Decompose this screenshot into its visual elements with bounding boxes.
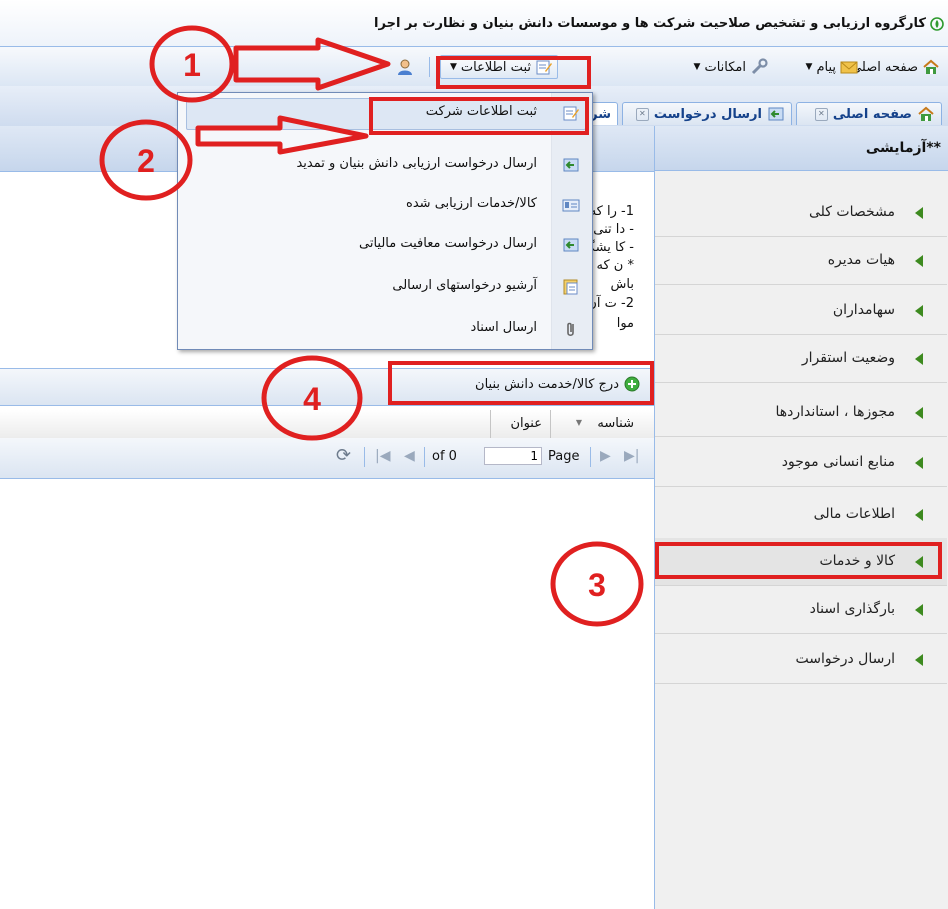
tab-home[interactable]: صفحه اصلی ✕ xyxy=(796,102,942,125)
arrow-left-icon xyxy=(915,305,923,317)
sidebar-item-general-info[interactable]: مشخصات کلی xyxy=(655,189,947,237)
register-info-button[interactable]: ثبت اطلاعات ▼ xyxy=(440,55,558,79)
arrow-left-icon xyxy=(915,556,923,568)
sort-arrow-icon: ▼ xyxy=(575,418,582,427)
sidebar-item-financial-info[interactable]: اطلاعات مالی xyxy=(655,491,947,539)
add-icon xyxy=(624,376,640,392)
toolbar-separator xyxy=(429,57,430,77)
chevron-down-icon: ▼ xyxy=(805,62,813,72)
add-product-label: درج کالا/خدمت دانش بنیان xyxy=(475,376,619,392)
annotation-circle-3 xyxy=(550,541,644,627)
close-icon[interactable]: ✕ xyxy=(814,107,828,121)
sidebar-item-products-services[interactable]: کالا و خدمات xyxy=(655,538,947,586)
user-icon xyxy=(398,59,412,75)
paperclip-icon xyxy=(567,322,574,337)
arrow-left-icon xyxy=(915,509,923,521)
add-product-button[interactable]: درج کالا/خدمت دانش بنیان xyxy=(475,376,640,392)
user-profile-button[interactable] xyxy=(396,57,414,77)
edit-form-icon xyxy=(536,60,552,75)
tab-home-label: صفحه اصلی xyxy=(832,106,912,122)
sidebar-item-human-resources[interactable]: منابع انسانی موجود xyxy=(655,439,947,487)
grid-header: شناسه ▼ عنوان xyxy=(0,410,654,439)
first-page-icon[interactable]: |◀ xyxy=(375,448,390,464)
last-page-icon[interactable]: ▶| xyxy=(624,448,639,464)
description-line: باش xyxy=(610,277,634,292)
arrow-left-icon xyxy=(915,457,923,469)
edit-form-icon xyxy=(563,106,579,121)
menu-item-register-company[interactable]: ثبت اطلاعات شرکت xyxy=(178,95,592,131)
grid-pager: ▶| ▶ Page of 0 ◀ |◀ ⟳ xyxy=(0,438,654,479)
register-info-menu: ثبت اطلاعات شرکت ارسال درخواست ارزیابی د… xyxy=(177,92,593,350)
message-button[interactable]: پیام ▼ xyxy=(806,57,858,77)
menu-item-send-documents[interactable]: ارسال اسناد xyxy=(178,311,592,347)
pager-separator xyxy=(364,447,365,467)
chevron-down-icon: ▼ xyxy=(449,62,457,72)
page-number-input[interactable] xyxy=(484,447,542,465)
page-count-label: of 0 xyxy=(432,449,457,464)
grid-toolbar: درج کالا/خدمت دانش بنیان xyxy=(0,368,654,406)
sidebar-item-send-request[interactable]: ارسال درخواست xyxy=(655,636,947,684)
chevron-down-icon: ▼ xyxy=(693,62,701,72)
arrow-left-icon xyxy=(915,353,923,365)
send-arrow-icon xyxy=(563,158,579,172)
page-label: Page xyxy=(548,449,580,464)
pager-separator xyxy=(590,447,591,467)
home-icon xyxy=(923,59,939,74)
close-icon[interactable]: ✕ xyxy=(635,107,649,121)
main-toolbar: صفحه اصلی پیام ▼ امکانات ▼ ثبت اطلاعات ▼ xyxy=(0,46,948,88)
company-sidebar: آزمایشی** مشخصات کلی هیات مدیره سهامدارا… xyxy=(654,126,948,909)
id-card-icon xyxy=(562,199,580,212)
send-arrow-icon xyxy=(768,107,784,121)
sidebar-item-upload-documents[interactable]: بارگذاری اسناد xyxy=(655,586,947,634)
column-header-id[interactable]: شناسه ▼ xyxy=(550,410,640,438)
description-line: موا xyxy=(616,316,634,331)
menu-item-send-evaluation-request[interactable]: ارسال درخواست ارزیابی دانش بنیان و تمدید xyxy=(178,147,592,183)
app-logo-icon xyxy=(930,17,944,31)
tab-send-request[interactable]: ارسال درخواست ✕ xyxy=(622,102,792,125)
sidebar-item-board[interactable]: هیات مدیره xyxy=(655,237,947,285)
arrow-left-icon xyxy=(915,207,923,219)
home-label: صفحه اصلی xyxy=(851,59,918,75)
annotation-number-3: 3 xyxy=(588,567,606,603)
wrench-icon xyxy=(751,58,768,75)
tab-send-request-label: ارسال درخواست xyxy=(653,106,762,122)
sidebar-item-licenses[interactable]: مجوزها ، استانداردها xyxy=(655,389,947,437)
panel-title: آزمایشی** xyxy=(865,140,941,156)
features-button[interactable]: امکانات ▼ xyxy=(694,57,768,77)
register-info-label: ثبت اطلاعات xyxy=(460,59,531,75)
home-icon xyxy=(918,106,934,121)
pager-separator xyxy=(424,447,425,467)
archive-icon xyxy=(563,279,578,295)
menu-item-request-archive[interactable]: آرشیو درخواستهای ارسالی xyxy=(178,269,592,305)
arrow-left-icon xyxy=(915,407,923,419)
menu-item-tax-exemption-request[interactable]: ارسال درخواست معافیت مالیاتی xyxy=(178,227,592,263)
next-page-icon[interactable]: ▶ xyxy=(600,448,611,464)
features-label: امکانات xyxy=(704,59,746,75)
window-title: کارگروه ارزیابی و تشخیص صلاحیت شرکت ها و… xyxy=(374,16,926,31)
arrow-left-icon xyxy=(915,654,923,666)
home-button[interactable]: صفحه اصلی xyxy=(851,57,940,77)
title-bar: کارگروه ارزیابی و تشخیص صلاحیت شرکت ها و… xyxy=(0,0,948,46)
message-label: پیام xyxy=(816,59,836,75)
send-arrow-icon xyxy=(563,238,579,252)
arrow-left-icon xyxy=(915,604,923,616)
refresh-icon[interactable]: ⟳ xyxy=(336,445,351,466)
arrow-left-icon xyxy=(915,255,923,267)
menu-item-evaluated-products[interactable]: کالا/خدمات ارزیابی شده xyxy=(178,187,592,223)
column-header-title[interactable]: عنوان xyxy=(490,410,550,438)
panel-header: آزمایشی** xyxy=(655,126,948,171)
sidebar-item-location[interactable]: وضعیت استقرار xyxy=(655,335,947,383)
sidebar-item-shareholders[interactable]: سهامداران xyxy=(655,287,947,335)
previous-page-icon[interactable]: ◀ xyxy=(404,448,415,464)
envelope-icon xyxy=(840,61,858,74)
